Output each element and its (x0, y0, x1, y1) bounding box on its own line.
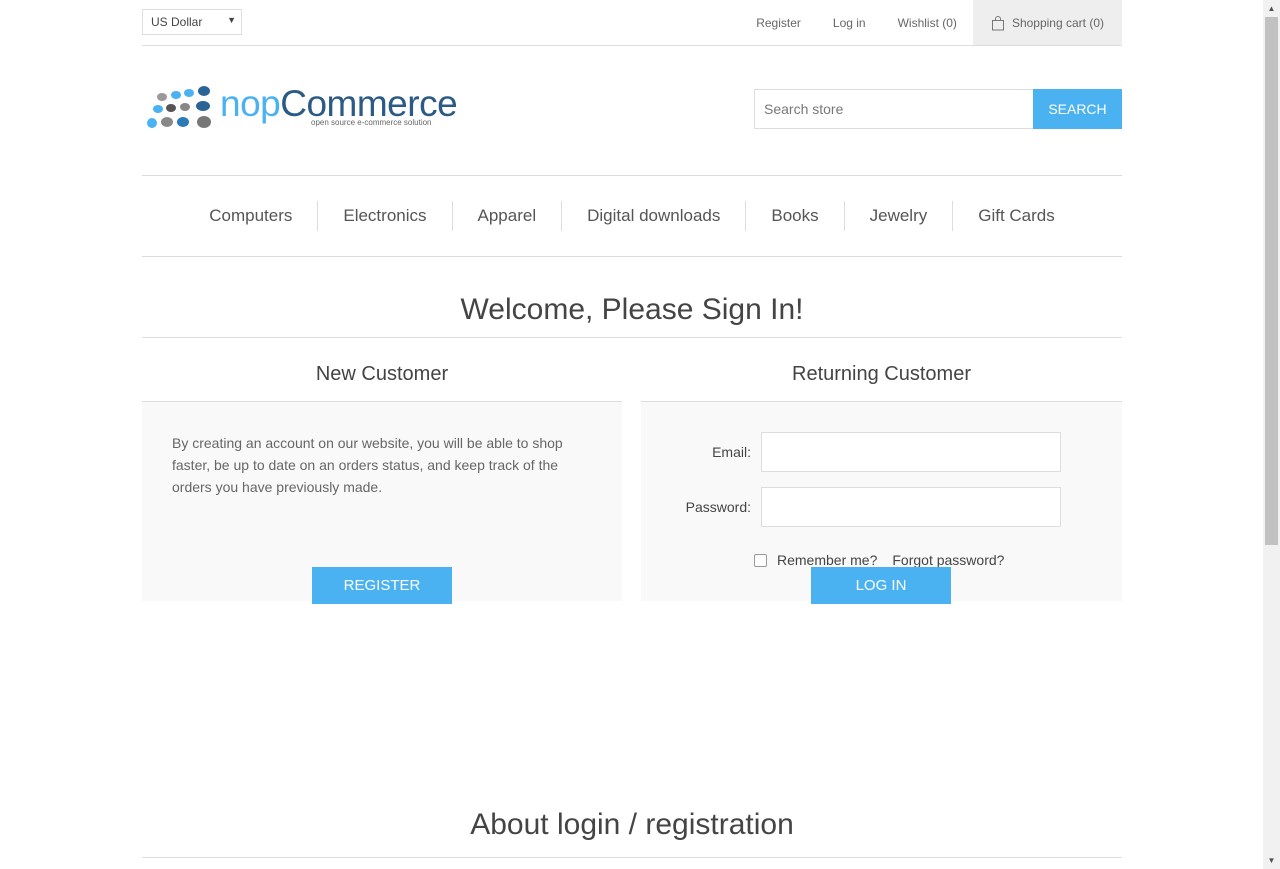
menu-item-gift-cards[interactable]: Gift Cards (952, 201, 1080, 231)
register-button[interactable]: REGISTER (312, 567, 452, 604)
new-customer-text: By creating an account on our website, y… (172, 435, 563, 495)
returning-customer-block: Returning Customer Email: Password: Reme… (641, 338, 1122, 604)
wishlist-link[interactable]: Wishlist (0) (898, 16, 957, 30)
new-customer-title: New Customer (142, 338, 622, 402)
page-title: Welcome, Please Sign In! (142, 290, 1122, 338)
logo-search-row: nopCommerce open source e-commerce solut… (142, 46, 1122, 176)
search-button[interactable]: SEARCH (1033, 89, 1122, 129)
password-label: Password: (685, 499, 751, 515)
cart-label: Shopping cart (0) (1011, 15, 1104, 30)
search-input[interactable] (754, 89, 1033, 129)
logo-dots-icon (147, 86, 211, 128)
menu-item-apparel[interactable]: Apparel (451, 201, 562, 231)
store-logo[interactable]: nopCommerce open source e-commerce solut… (146, 83, 458, 139)
email-field[interactable] (761, 432, 1061, 472)
dropdown-arrow-icon: ▼ (227, 15, 236, 25)
scroll-down-arrow-icon[interactable]: ▼ (1263, 852, 1280, 869)
logo-name-prefix: nop (220, 83, 281, 124)
scroll-thumb[interactable] (1265, 17, 1278, 545)
remember-row: Remember me? Forgot password? (754, 552, 1004, 568)
returning-customer-title: Returning Customer (641, 338, 1122, 402)
currency-value: US Dollar (151, 15, 203, 29)
login-link[interactable]: Log in (833, 16, 866, 30)
password-field[interactable] (761, 487, 1061, 527)
menu-item-jewelry[interactable]: Jewelry (843, 201, 953, 231)
logo-tagline: open source e-commerce solution (311, 118, 432, 127)
password-row: Password: (641, 487, 1122, 527)
forgot-password-link[interactable]: Forgot password? (892, 552, 1004, 568)
menu-item-books[interactable]: Books (745, 201, 843, 231)
login-columns: New Customer By creating an account on o… (142, 338, 1122, 683)
page-wrapper: US Dollar ▼ Register Log in Wishlist (0)… (142, 0, 1122, 858)
remember-me-label[interactable]: Remember me? (777, 552, 877, 568)
vertical-scrollbar[interactable]: ▲ ▼ (1263, 0, 1280, 869)
scroll-up-arrow-icon[interactable]: ▲ (1263, 0, 1280, 17)
header-links: Register Log in Wishlist (0) Shopping ca… (756, 0, 1122, 45)
menu-item-digital-downloads[interactable]: Digital downloads (561, 201, 745, 231)
new-customer-block: New Customer By creating an account on o… (142, 338, 622, 604)
top-menu: Computers Electronics Apparel Digital do… (142, 176, 1122, 257)
search-box: SEARCH (754, 89, 1122, 129)
shopping-bag-icon (991, 15, 1004, 30)
about-login-title: About login / registration (142, 799, 1122, 858)
email-label: Email: (712, 444, 751, 460)
email-row: Email: (641, 432, 1122, 472)
header-links-bar: US Dollar ▼ Register Log in Wishlist (0)… (142, 0, 1122, 46)
remember-me-checkbox[interactable] (754, 553, 767, 567)
login-button[interactable]: LOG IN (811, 567, 951, 604)
menu-item-electronics[interactable]: Electronics (317, 201, 451, 231)
shopping-cart-link[interactable]: Shopping cart (0) (972, 0, 1122, 45)
register-link[interactable]: Register (756, 16, 801, 30)
menu-item-computers[interactable]: Computers (184, 201, 317, 231)
currency-selector[interactable]: US Dollar ▼ (142, 9, 242, 35)
